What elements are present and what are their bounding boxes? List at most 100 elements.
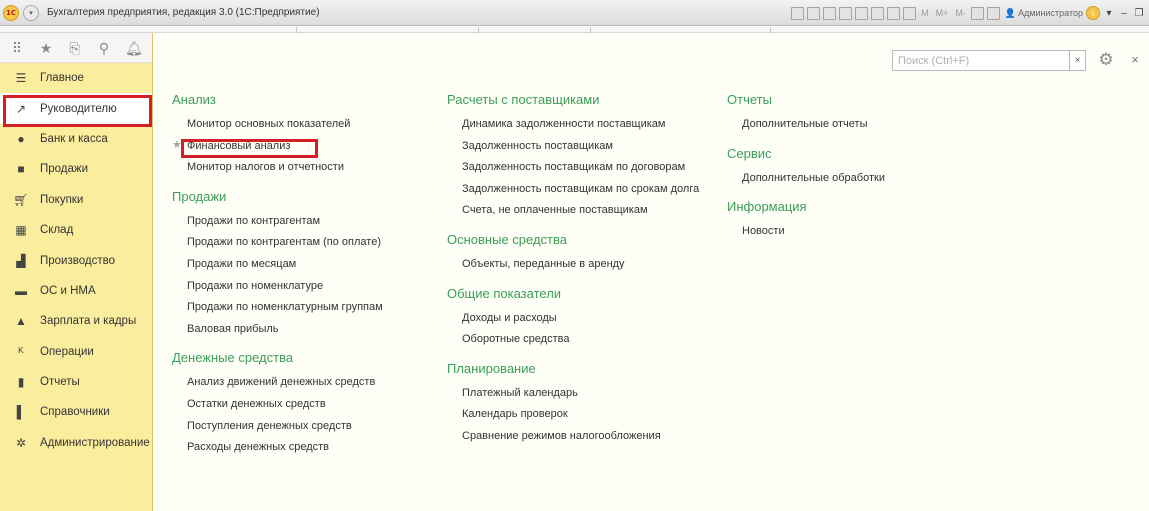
command-link[interactable]: Продажи по номенклатуре: [187, 275, 432, 297]
coin-icon: ●: [17, 131, 25, 146]
command-link[interactable]: Счета, не оплаченные поставщикам: [462, 199, 717, 221]
search-clear-button[interactable]: ×: [1069, 50, 1086, 71]
command-link[interactable]: Остатки денежных средств: [187, 393, 432, 415]
command-link[interactable]: Продажи по месяцам: [187, 253, 432, 275]
command-link[interactable]: Задолженность поставщикам: [462, 135, 717, 157]
memory-minus-button[interactable]: M-: [953, 8, 968, 18]
window-icon[interactable]: [986, 6, 1000, 20]
search-icon[interactable]: ⚲: [96, 40, 112, 56]
command-link[interactable]: Сравнение режимов налогообложения: [462, 425, 717, 447]
search-input[interactable]: [892, 50, 1086, 71]
sidebar-item[interactable]: ● Банк и касса: [0, 124, 152, 154]
command-group: Расчеты с поставщиками Динамика задолженн…: [447, 91, 717, 221]
menu-lines-icon: ☰: [15, 71, 27, 86]
sidebar-item[interactable]: ▟ Производство: [0, 245, 152, 275]
trend-up-icon: ↗: [15, 101, 27, 116]
sidebar-item[interactable]: 🛒︎ Покупки: [0, 185, 152, 215]
document-icon[interactable]: [871, 6, 885, 20]
command-link[interactable]: Динамика задолженности поставщикам: [462, 113, 717, 135]
sidebar-item[interactable]: ☰ Главное: [0, 63, 152, 93]
sidebar-item-label: Производство: [40, 254, 115, 267]
user-icon: 👤: [1004, 7, 1017, 18]
dt-kt-icon: ᴷ: [18, 344, 24, 359]
command-link[interactable]: Валовая прибыль: [187, 318, 432, 340]
preview-icon[interactable]: [823, 6, 837, 20]
command-link[interactable]: Анализ движений денежных средств: [187, 371, 432, 393]
command-link[interactable]: Расходы денежных средств: [187, 436, 432, 458]
command-link[interactable]: Задолженность поставщикам по срокам долг…: [462, 178, 717, 200]
settings-gear-icon[interactable]: ⚙: [1095, 50, 1117, 70]
command-list: Анализ движений денежных средств Остатки …: [172, 371, 432, 457]
command-link[interactable]: Оборотные средства: [462, 328, 717, 350]
command-label: Расходы денежных средств: [187, 441, 330, 454]
group-title: Сервис: [727, 145, 772, 161]
command-list: Дополнительные отчеты: [727, 113, 927, 135]
command-list: Доходы и расходы Оборотные средства: [447, 307, 717, 350]
command-label: Продажи по номенклатурным группам: [187, 301, 383, 314]
main-menu-button[interactable]: ▾: [23, 4, 39, 21]
command-label: Продажи по контрагентам (по оплате): [187, 236, 381, 249]
command-list: Новости: [727, 220, 927, 242]
command-link[interactable]: Новости: [742, 220, 927, 242]
chevron-down-icon[interactable]: ▾: [1103, 8, 1115, 19]
command-link[interactable]: Монитор налогов и отчетности: [187, 156, 432, 178]
window-title: Бухгалтерия предприятия, редакция 3.0 (1…: [47, 7, 320, 18]
notification-bell-icon[interactable]: 🔔︎: [125, 40, 143, 56]
favorite-star-icon[interactable]: ★: [172, 138, 182, 152]
upload-icon[interactable]: [839, 6, 853, 20]
calendar-icon[interactable]: [903, 6, 917, 20]
print-icon[interactable]: [807, 6, 821, 20]
command-label: Задолженность поставщикам по договорам: [462, 161, 686, 174]
command-link[interactable]: Монитор основных показателей: [187, 113, 432, 135]
book-icon: ▌: [16, 405, 26, 420]
memory-plus-button[interactable]: M+: [934, 8, 951, 18]
close-icon[interactable]: ×: [1128, 50, 1142, 70]
sidebar-item[interactable]: ▲ Зарплата и кадры: [0, 306, 152, 336]
copy-icon[interactable]: [855, 6, 869, 20]
sidebar-item[interactable]: ▦ Склад: [0, 215, 152, 245]
sidebar-item[interactable]: ▮ Отчеты: [0, 367, 152, 397]
command-link[interactable]: Доходы и расходы: [462, 307, 717, 329]
sidebar-item[interactable]: ↗ Руководителю: [0, 93, 152, 124]
sidebar-item[interactable]: ■ Продажи: [0, 154, 152, 184]
restore-icon[interactable]: ❐: [1133, 8, 1145, 19]
command-link[interactable]: Поступления денежных средств: [187, 415, 432, 437]
favorites-star-icon[interactable]: ★: [38, 40, 54, 56]
command-link[interactable]: Платежный календарь: [462, 382, 717, 404]
apps-grid-icon[interactable]: ⠿: [9, 40, 25, 56]
group-title: Денежные средства: [172, 350, 294, 366]
command-link[interactable]: Дополнительные обработки: [742, 167, 927, 189]
save-icon[interactable]: [791, 6, 805, 20]
command-link[interactable]: Продажи по контрагентам (по оплате): [187, 231, 432, 253]
command-label: Новости: [742, 225, 785, 238]
command-link[interactable]: Задолженность поставщикам по договорам: [462, 156, 717, 178]
factory-icon: ▟: [16, 253, 26, 268]
command-link[interactable]: Дополнительные отчеты: [742, 113, 927, 135]
minimize-icon[interactable]: –: [1118, 8, 1130, 19]
column-3: Отчеты Дополнительные отчеты Сервис Дополни…: [727, 91, 927, 252]
command-list: Объекты, переданные в аренду: [447, 253, 717, 275]
group-title: Расчеты с поставщиками: [447, 92, 600, 107]
command-list: Монитор основных показателей ★ Финансовый …: [172, 113, 432, 178]
user-menu[interactable]: 👤 Администратор: [1005, 8, 1083, 19]
calculator-icon[interactable]: [887, 6, 901, 20]
memory-button[interactable]: M: [919, 8, 931, 18]
command-link[interactable]: Продажи по контрагентам: [187, 210, 432, 232]
command-label: Дополнительные отчеты: [742, 118, 868, 130]
sidebar-item[interactable]: ▌ Справочники: [0, 397, 152, 427]
command-link[interactable]: Объекты, переданные в аренду: [462, 253, 717, 275]
command-link[interactable]: Календарь проверок: [462, 403, 717, 425]
sidebar-item[interactable]: ✲ Администрирование: [0, 428, 152, 458]
command-label: Счета, не оплаченные поставщикам: [462, 204, 648, 217]
sidebar-item[interactable]: ▬ ОС и НМА: [0, 276, 152, 306]
zoom-icon[interactable]: [970, 6, 984, 20]
command-label: Продажи по контрагентам: [187, 214, 321, 227]
info-icon[interactable]: i: [1086, 6, 1100, 20]
sidebar-item[interactable]: ᴷ Операции: [0, 337, 152, 367]
command-link[interactable]: ★ Финансовый анализ: [172, 135, 432, 157]
command-label: Платежный календарь: [462, 386, 578, 399]
history-icon[interactable]: ⎘: [67, 40, 83, 56]
group-title: Информация: [727, 199, 807, 215]
sections-list: ☰ Главное ↗ Руководителю ● Банк и касса ■ Прода…: [0, 63, 152, 458]
command-link[interactable]: Продажи по номенклатурным группам: [187, 296, 432, 318]
